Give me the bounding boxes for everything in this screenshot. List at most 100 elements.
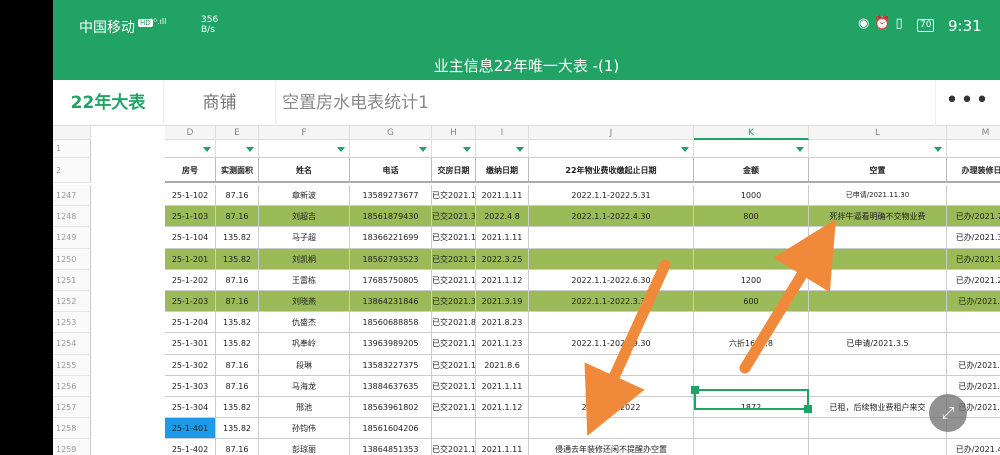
cell-pay-date[interactable]: 2021.3.19 [476,291,529,312]
row-number-1253[interactable]: 1253 [53,312,91,333]
spreadsheet-grid[interactable]: DEFGHIJKLMN12房号实测面积姓名电话交房日期缴纳日期22年物业费收缴起… [53,126,1000,455]
cell-amount[interactable]: 1872 [694,397,809,418]
cell-area[interactable]: 135.82 [216,418,259,439]
cell-vacancy[interactable]: 已申请/2021.3.5 [809,333,947,355]
row-number-1259[interactable]: 1259 [53,439,91,455]
cell-handover-date[interactable]: 已交2021.1.11 [432,185,476,206]
cell-pay-date[interactable]: 2022.3.25 [476,249,529,270]
column-header-D[interactable]: D [165,126,216,140]
cell-area[interactable]: 135.82 [216,333,259,355]
row-number-1257[interactable]: 1257 [53,397,91,418]
tab-22-big-table[interactable]: 22年大表 [53,80,163,126]
cell-amount[interactable] [694,376,809,397]
filter-dropdown-vacancy[interactable] [809,140,947,158]
cell-fee-period[interactable]: 2022.1.1-2022.5.31 [529,185,694,206]
cell-fee-period[interactable] [529,227,694,249]
cell-fee-period[interactable] [529,376,694,397]
cell-vacancy[interactable] [809,291,947,312]
cell-room-no[interactable]: 25-1-201 [165,249,216,270]
cell-renovation-date[interactable]: 已办/2021.4.14 [947,439,1000,455]
cell-vacancy[interactable] [809,312,947,333]
filter-arrow-icon[interactable] [516,147,524,152]
cell-owner-name[interactable]: 马海龙 [259,376,350,397]
cell-amount[interactable] [694,227,809,249]
filter-arrow-icon[interactable] [203,147,211,152]
cell-vacancy[interactable] [809,227,947,249]
cell-owner-name[interactable]: 段琳 [259,355,350,376]
cell-amount[interactable]: 1200 [694,270,809,291]
cell-owner-name[interactable]: 刘超吉 [259,206,350,227]
cell-pay-date[interactable]: 2021.1.11 [476,439,529,455]
more-menu-button[interactable]: ••• [935,80,1000,126]
cell-phone[interactable]: 18561604206 [350,418,432,439]
cell-fee-period[interactable] [529,312,694,333]
filter-arrow-icon[interactable] [246,147,254,152]
filter-dropdown-phone[interactable] [350,140,432,158]
cell-handover-date[interactable]: 已交2021.1.23 [432,333,476,355]
column-header-E[interactable]: E [216,126,259,140]
column-header-H[interactable]: H [432,126,476,140]
column-header-I[interactable]: I [476,126,529,140]
column-header-F[interactable]: F [259,126,350,140]
filter-arrow-icon[interactable] [337,147,345,152]
cell-owner-name[interactable]: 巩奉岭 [259,333,350,355]
row-number-1255[interactable]: 1255 [53,355,91,376]
cell-area[interactable]: 87.16 [216,185,259,206]
cell-owner-name[interactable]: 刘晓燕 [259,291,350,312]
cell-renovation-date[interactable]: 已办/2021.8.6 [947,355,1000,376]
cell-phone[interactable]: 18560688858 [350,312,432,333]
cell-vacancy[interactable] [809,418,947,439]
row-number-1249[interactable]: 1249 [53,227,91,249]
cell-vacancy[interactable] [809,249,947,270]
cell-owner-name[interactable]: 仇盛杰 [259,312,350,333]
cell-amount[interactable]: 1000 [694,185,809,206]
cell-renovation-date[interactable]: 已办/2021.5.8 [947,291,1000,312]
cell-area[interactable]: 135.82 [216,397,259,418]
cell-phone[interactable]: 13864851353 [350,439,432,455]
cell-pay-date[interactable]: 2021.1.11 [476,376,529,397]
cell-room-no[interactable]: 25-1-303 [165,376,216,397]
row-number-1258[interactable]: 1258 [53,418,91,439]
cell-owner-name[interactable]: 马子超 [259,227,350,249]
cell-vacancy[interactable] [809,355,947,376]
expand-icon[interactable]: ⤢ [929,394,967,432]
cell-handover-date[interactable]: 已交2021.3.26 [432,206,476,227]
tab-shops[interactable]: 商铺 [163,80,275,126]
filter-arrow-icon[interactable] [419,147,427,152]
cell-vacancy[interactable]: 死拌牛逼看明确不交物业费 [809,206,947,227]
filter-dropdown-area[interactable] [216,140,259,158]
filter-dropdown-owner-name[interactable] [259,140,350,158]
cell-handover-date[interactable]: 已交2021.1.11 [432,439,476,455]
cell-room-no[interactable]: 25-1-301 [165,333,216,355]
row-number-1247[interactable]: 1247 [53,185,91,206]
cell-pay-date[interactable] [476,418,529,439]
cell-room-no[interactable]: 25-1-103 [165,206,216,227]
cell-area[interactable]: 87.16 [216,439,259,455]
cell-vacancy[interactable]: 已申请/2021.11.30 [809,185,947,206]
cell-renovation-date[interactable]: 已办/2021.7.18 [947,206,1000,227]
cell-fee-period[interactable]: 2022.1.1-2022.9.30 [529,333,694,355]
cell-handover-date[interactable]: 已交2021.8.23 [432,312,476,333]
cell-room-no[interactable]: 25-1-104 [165,227,216,249]
cell-handover-date[interactable]: 已交2021.1.11 [432,376,476,397]
cell-amount[interactable] [694,355,809,376]
cell-pay-date[interactable]: 2021.1.12 [476,270,529,291]
column-header-M[interactable]: M [947,126,1000,140]
cell-room-no[interactable]: 25-1-203 [165,291,216,312]
cell-vacancy[interactable] [809,376,947,397]
cell-vacancy[interactable] [809,270,947,291]
row-number-1[interactable]: 1 [53,140,91,158]
cell-area[interactable]: 87.16 [216,270,259,291]
cell-owner-name[interactable]: 孙钧伟 [259,418,350,439]
column-header-K[interactable]: K [694,126,809,140]
cell-fee-period[interactable] [529,355,694,376]
cell-pay-date[interactable]: 2021.8.23 [476,312,529,333]
cell-handover-date[interactable]: 已交2021.1.12 [432,397,476,418]
cell-fee-period[interactable]: 2022.1.1-2022.4.30 [529,206,694,227]
cell-fee-period[interactable] [529,249,694,270]
filter-arrow-icon[interactable] [796,147,804,152]
filter-arrow-icon[interactable] [681,147,689,152]
cell-renovation-date[interactable] [947,312,1000,333]
cell-owner-name[interactable]: 邢池 [259,397,350,418]
filter-dropdown-room-no[interactable] [165,140,216,158]
